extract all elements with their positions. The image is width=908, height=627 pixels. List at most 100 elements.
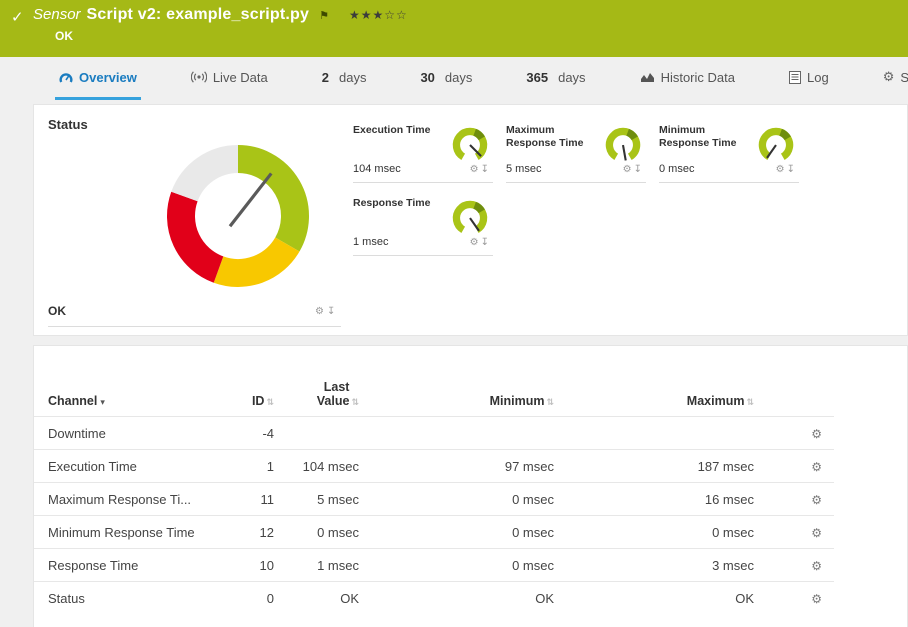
channel-name[interactable]: Downtime [34, 417, 244, 450]
tab-label: Settings [900, 70, 908, 85]
channel-minimum: 0 msec [359, 483, 554, 516]
gear-icon[interactable]: ⚙ [623, 164, 634, 175]
channel-last-value: 104 msec [274, 450, 359, 483]
pin-icon[interactable]: ↧ [481, 237, 491, 248]
gear-icon[interactable]: ⚙ [315, 306, 327, 317]
tab-365-days[interactable]: 365 days [522, 57, 589, 100]
gauge-label: Maximum Response Time [506, 120, 602, 150]
tab-2-days[interactable]: 2 days [318, 57, 371, 100]
pin-icon[interactable]: ↧ [634, 164, 644, 175]
status-divider [48, 326, 341, 327]
gauge-value: 5 msec [506, 163, 541, 175]
gauge-label: Execution Time [353, 120, 449, 137]
table-row[interactable]: Execution Time 1 104 msec 97 msec 187 ms… [34, 450, 834, 483]
tab-bar: Overview Live Data 2 days 30 days 365 da… [0, 57, 908, 100]
gauge-dial [753, 123, 799, 165]
channel-name[interactable]: Minimum Response Time [34, 516, 244, 549]
gauge-label: Response Time [353, 193, 449, 210]
tab-label: Log [807, 70, 829, 85]
channel-minimum: 0 msec [359, 516, 554, 549]
channel-name[interactable]: Status [34, 582, 244, 615]
channel-minimum [359, 417, 554, 450]
channel-id: 11 [244, 483, 274, 516]
sort-icon: ⇅ [746, 397, 754, 407]
tab-day-count: 2 [322, 70, 329, 85]
tab-live-data[interactable]: Live Data [187, 57, 272, 100]
status-gauge-value: OK [48, 304, 66, 318]
channel-settings-icon[interactable]: ⚙ [811, 460, 822, 474]
tab-day-unit: days [339, 70, 366, 85]
channel-settings-icon[interactable]: ⚙ [811, 592, 822, 606]
table-row[interactable]: Downtime -4 ⚙ [34, 417, 834, 450]
channel-name[interactable]: Response Time [34, 549, 244, 582]
gauge-dial [447, 196, 493, 238]
tab-day-count: 365 [526, 70, 548, 85]
tab-30-days[interactable]: 30 days [416, 57, 476, 100]
priority-stars[interactable]: ★★★☆☆ [349, 8, 408, 22]
column-header-minimum[interactable]: Minimum⇅ [359, 380, 554, 417]
sensor-status-text: OK [33, 29, 408, 43]
gauge-minimum-response-time: Minimum Response Time 0 msec ⚙↧ [659, 120, 799, 183]
channel-id: 10 [244, 549, 274, 582]
channel-id: 1 [244, 450, 274, 483]
gauge-value: 1 msec [353, 236, 388, 248]
column-header-last-value[interactable]: Last Value⇅ [274, 380, 359, 417]
sensor-header: ✓ Sensor Script v2: example_script.py ⚑ … [0, 0, 908, 57]
column-header-id[interactable]: ID⇅ [244, 380, 274, 417]
stars-empty-icon: ☆☆ [384, 8, 408, 22]
channel-minimum: OK [359, 582, 554, 615]
channel-last-value [274, 417, 359, 450]
channel-id: 12 [244, 516, 274, 549]
tab-overview[interactable]: Overview [55, 57, 141, 100]
tab-label: Historic Data [661, 70, 735, 85]
tab-label: Live Data [213, 70, 268, 85]
tab-day-count: 30 [420, 70, 434, 85]
channel-settings-icon[interactable]: ⚙ [811, 526, 822, 540]
tab-log[interactable]: Log [785, 57, 833, 100]
status-gauge-dial [153, 131, 323, 301]
gear-icon[interactable]: ⚙ [776, 164, 787, 175]
channel-maximum: 187 msec [554, 450, 754, 483]
channel-id: -4 [244, 417, 274, 450]
channel-name[interactable]: Execution Time [34, 450, 244, 483]
table-row[interactable]: Minimum Response Time 12 0 msec 0 msec 0… [34, 516, 834, 549]
flag-icon[interactable]: ⚑ [319, 9, 329, 22]
column-header-channel[interactable]: Channel▾ [34, 380, 244, 417]
channel-last-value: 1 msec [274, 549, 359, 582]
table-row[interactable]: Response Time 10 1 msec 0 msec 3 msec ⚙ [34, 549, 834, 582]
pin-icon[interactable]: ↧ [787, 164, 797, 175]
tab-historic-data[interactable]: Historic Data [636, 57, 739, 100]
table-row[interactable]: Status 0 OK OK OK ⚙ [34, 582, 834, 615]
gauge-dial [600, 123, 646, 165]
gauge-label: Minimum Response Time [659, 120, 755, 150]
table-row[interactable]: Maximum Response Ti... 11 5 msec 0 msec … [34, 483, 834, 516]
gauge-response-time: Response Time 1 msec ⚙↧ [353, 193, 493, 256]
tab-label: Overview [79, 70, 137, 85]
channel-table: Channel▾ ID⇅ Last Value⇅ Minimum⇅ Maximu… [34, 380, 834, 615]
channel-id: 0 [244, 582, 274, 615]
sensor-kind-label: Sensor [33, 6, 81, 23]
channel-maximum [554, 417, 754, 450]
sensor-title-block: Sensor Script v2: example_script.py ⚑ ★★… [33, 6, 408, 43]
pin-icon[interactable]: ↧ [481, 164, 491, 175]
channel-name[interactable]: Maximum Response Ti... [34, 483, 244, 516]
table-header-row: Channel▾ ID⇅ Last Value⇅ Minimum⇅ Maximu… [34, 380, 834, 417]
column-header-maximum[interactable]: Maximum⇅ [554, 380, 754, 417]
channel-maximum: 16 msec [554, 483, 754, 516]
channel-last-value: 0 msec [274, 516, 359, 549]
status-panel-title: Status [48, 117, 88, 132]
tab-day-unit: days [445, 70, 472, 85]
channel-minimum: 97 msec [359, 450, 554, 483]
tab-settings[interactable]: ⚙ Settings [879, 57, 908, 100]
sensor-title: Script v2: example_script.py [87, 6, 310, 24]
gauge-maximum-response-time: Maximum Response Time 5 msec ⚙↧ [506, 120, 646, 183]
pin-icon[interactable]: ↧ [327, 306, 338, 317]
channel-settings-icon[interactable]: ⚙ [811, 559, 822, 573]
gear-icon[interactable]: ⚙ [470, 237, 481, 248]
channel-settings-icon[interactable]: ⚙ [811, 493, 822, 507]
status-panel: Status OK ⚙↧ Execution Time 104 msec ⚙↧ … [33, 104, 908, 336]
channel-settings-icon[interactable]: ⚙ [811, 427, 822, 441]
channel-minimum: 0 msec [359, 549, 554, 582]
sort-down-icon: ▾ [100, 397, 105, 407]
gear-icon[interactable]: ⚙ [470, 164, 481, 175]
